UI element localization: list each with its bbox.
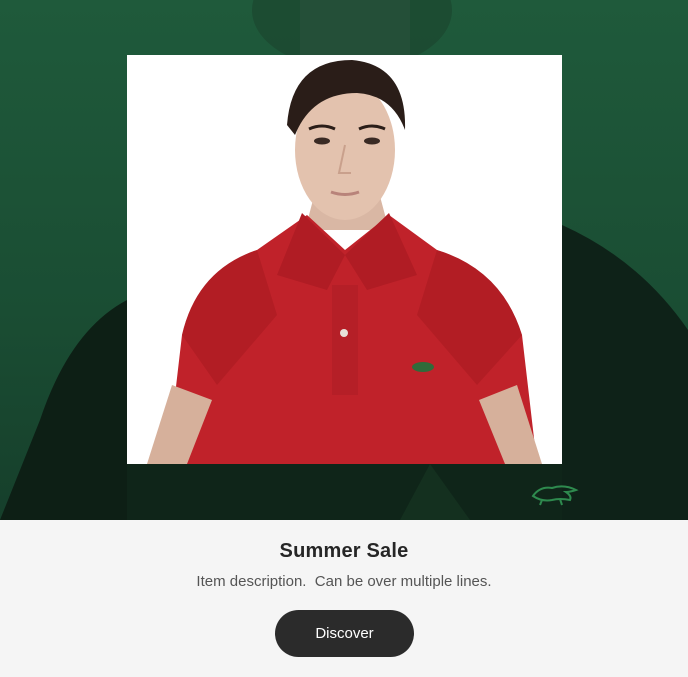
promo-description: Item description. Can be over multiple l… (196, 573, 492, 590)
promo-card: Summer Sale Item description. Can be ove… (0, 0, 688, 677)
promo-title: Summer Sale (279, 540, 409, 562)
promo-info: Summer Sale Item description. Can be ove… (0, 520, 688, 677)
hero-banner[interactable] (0, 0, 688, 520)
crocodile-logo-icon (531, 485, 579, 506)
product-photo (127, 55, 562, 464)
discover-button[interactable]: Discover (275, 610, 414, 657)
